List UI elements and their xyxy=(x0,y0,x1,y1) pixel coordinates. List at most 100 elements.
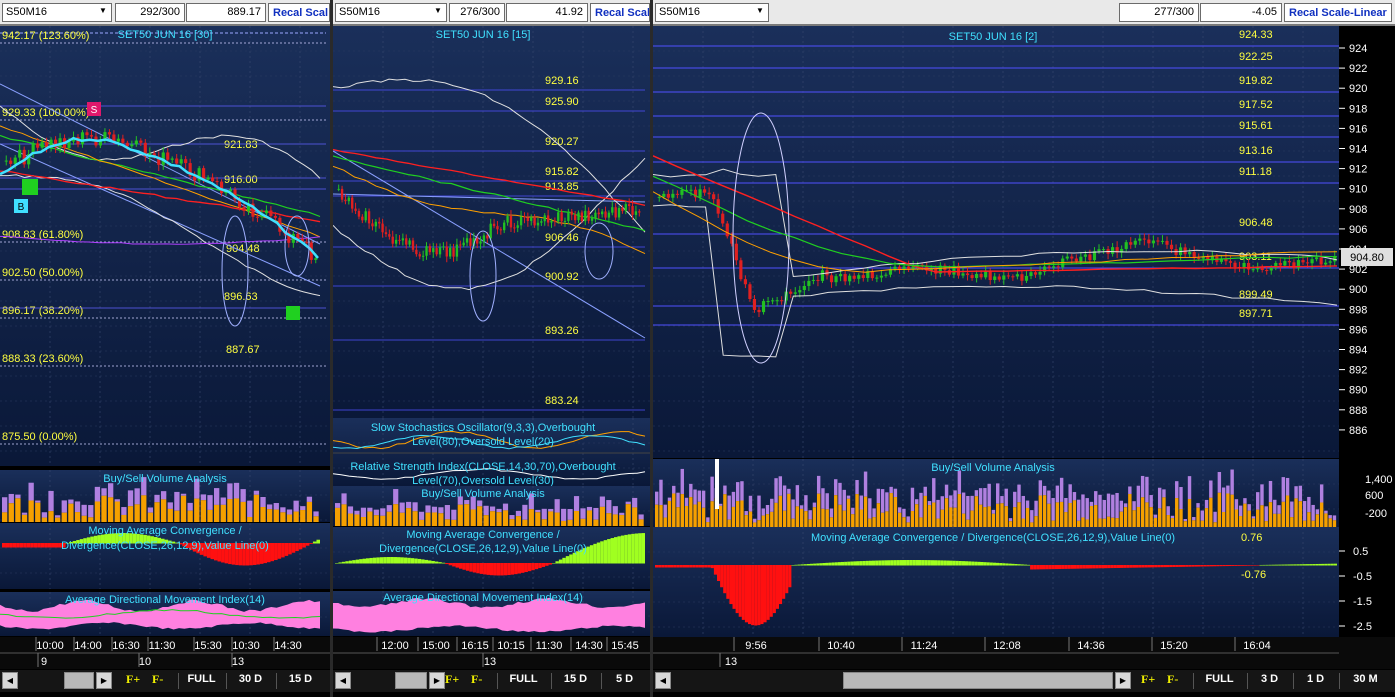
volume-sell-bar xyxy=(1281,477,1285,502)
candle xyxy=(739,260,743,280)
volume-buy-bar xyxy=(910,511,915,527)
price-chart[interactable]: 942.17 (123.60%)929.33 (100.00%)908.83 (… xyxy=(0,26,330,466)
macd-histogram-bar xyxy=(915,560,919,566)
macd-histogram-bar xyxy=(51,543,55,548)
range-15d-button[interactable]: 15 D xyxy=(551,673,599,689)
candle xyxy=(1292,262,1296,269)
scroll-left-icon[interactable]: ◀ xyxy=(2,672,18,689)
macd-histogram-bar xyxy=(961,561,965,566)
macd-histogram-bar xyxy=(1160,565,1164,568)
candle xyxy=(597,212,600,215)
candle xyxy=(170,158,174,160)
macd-title: Moving Average Convergence / xyxy=(88,525,242,537)
range-5d-button[interactable]: 5 D xyxy=(601,673,647,689)
range-15d-button[interactable]: 15 D xyxy=(276,673,324,689)
range-1d-button[interactable]: 1 D xyxy=(1293,673,1337,689)
range-full-button[interactable]: FULL xyxy=(497,673,549,689)
range-3d-button[interactable]: 3 D xyxy=(1247,673,1291,689)
candle xyxy=(486,235,489,239)
recal-scale-button[interactable]: Recal Scale-Linear xyxy=(1284,3,1392,22)
scroll-left-icon[interactable]: ◀ xyxy=(335,672,351,689)
macd-histogram-bar xyxy=(295,543,299,552)
volume-sell-bar xyxy=(778,476,783,496)
recal-scale-button[interactable]: Recal Scal xyxy=(590,3,650,22)
symbol-select[interactable]: S50M16 ▼ xyxy=(335,3,447,22)
volume-buy-bar xyxy=(1175,498,1179,527)
candle xyxy=(1097,249,1101,252)
scroll-right-icon[interactable]: ▶ xyxy=(1115,672,1131,689)
macd-histogram-bar xyxy=(949,560,953,566)
price-level-label: 915.61 xyxy=(1239,120,1273,132)
candle xyxy=(1024,275,1029,281)
volume-buy-bar xyxy=(983,507,987,527)
volume-buy-bar xyxy=(483,515,489,526)
macd-histogram-bar xyxy=(1222,565,1226,567)
candle xyxy=(546,215,550,223)
candle xyxy=(1029,272,1033,276)
candle xyxy=(550,220,553,223)
volume-buy-bar xyxy=(1277,513,1281,527)
candle xyxy=(734,243,738,261)
macd-histogram-bar xyxy=(977,561,981,566)
volume-sell-bar xyxy=(1256,492,1260,510)
macd-histogram-bar xyxy=(352,560,356,564)
volume-sell-bar xyxy=(586,506,593,511)
macd-histogram-bar xyxy=(472,563,477,573)
recal-scale-button[interactable]: Recal Scal xyxy=(268,3,330,22)
volume-buy-bar xyxy=(367,511,373,526)
range-full-button[interactable]: FULL xyxy=(1193,673,1245,689)
macd-histogram-bar xyxy=(1020,564,1024,566)
symbol-select[interactable]: S50M16 ▼ xyxy=(2,3,112,22)
volume-sell-bar xyxy=(1094,491,1098,506)
scroll-left-icon[interactable]: ◀ xyxy=(655,672,671,689)
macd-histogram-bar xyxy=(1030,565,1034,570)
price-chart[interactable]: 9249229209189169149129109089069049029008… xyxy=(653,26,1395,458)
range-30d-button[interactable]: 30 D xyxy=(226,673,274,689)
scroll-thumb[interactable] xyxy=(843,672,1113,689)
volume-sell-bar xyxy=(765,504,770,515)
candle xyxy=(611,207,614,213)
fib-label: 902.50 (50.00%) xyxy=(2,267,83,279)
symbol-select[interactable]: S50M16 ▼ xyxy=(655,3,769,22)
volume-sell-bar xyxy=(667,497,672,501)
candle xyxy=(1124,242,1128,249)
volume-sell-bar xyxy=(154,494,160,503)
volume-buy-bar xyxy=(1072,500,1077,527)
time-label: 14:00 xyxy=(74,640,102,652)
volume-tick-label: 600 xyxy=(1365,490,1383,502)
range-full-button[interactable]: FULL xyxy=(178,673,224,689)
price-chart[interactable]: SET50 JUN 16 [15] 929.16 925.90 920.27 915.8… xyxy=(333,26,650,418)
volume-sell-bar xyxy=(94,486,101,502)
range-30m-button[interactable]: 30 M xyxy=(1339,673,1391,689)
macd-histogram-bar xyxy=(5,543,10,548)
volume-buy-bar xyxy=(765,514,770,527)
volume-buy-bar xyxy=(949,507,953,527)
volume-buy-bar xyxy=(825,509,829,527)
scroll-right-icon[interactable]: ▶ xyxy=(429,672,445,689)
buy-signal-label: B xyxy=(18,202,25,213)
zoom-out-icon[interactable]: F- xyxy=(152,672,174,689)
candle xyxy=(553,220,557,222)
macd-histogram-bar xyxy=(366,558,370,564)
zoom-in-icon[interactable]: F+ xyxy=(445,672,467,689)
candle xyxy=(1233,262,1237,267)
macd-histogram-bar xyxy=(946,560,950,566)
zoom-in-icon[interactable]: F+ xyxy=(1141,672,1163,689)
zoom-in-icon[interactable]: F+ xyxy=(126,672,148,689)
scroll-thumb[interactable] xyxy=(64,672,94,689)
zoom-out-icon[interactable]: F- xyxy=(471,672,493,689)
volume-buy-bar xyxy=(431,512,438,526)
macd-histogram-bar xyxy=(717,565,721,582)
macd-histogram-bar xyxy=(44,543,48,548)
volume-sell-bar xyxy=(1221,487,1226,512)
candle xyxy=(689,189,693,191)
scroll-thumb[interactable] xyxy=(395,672,427,689)
volume-sell-bar xyxy=(1085,498,1089,520)
candle xyxy=(305,241,309,243)
macd-histogram-bar xyxy=(862,560,866,566)
macd-histogram-bar xyxy=(980,561,984,566)
scroll-right-icon[interactable]: ▶ xyxy=(96,672,112,689)
zoom-out-icon[interactable]: F- xyxy=(1167,672,1189,689)
time-label: 11:30 xyxy=(536,640,563,652)
macd-histogram-bar xyxy=(1023,564,1027,566)
